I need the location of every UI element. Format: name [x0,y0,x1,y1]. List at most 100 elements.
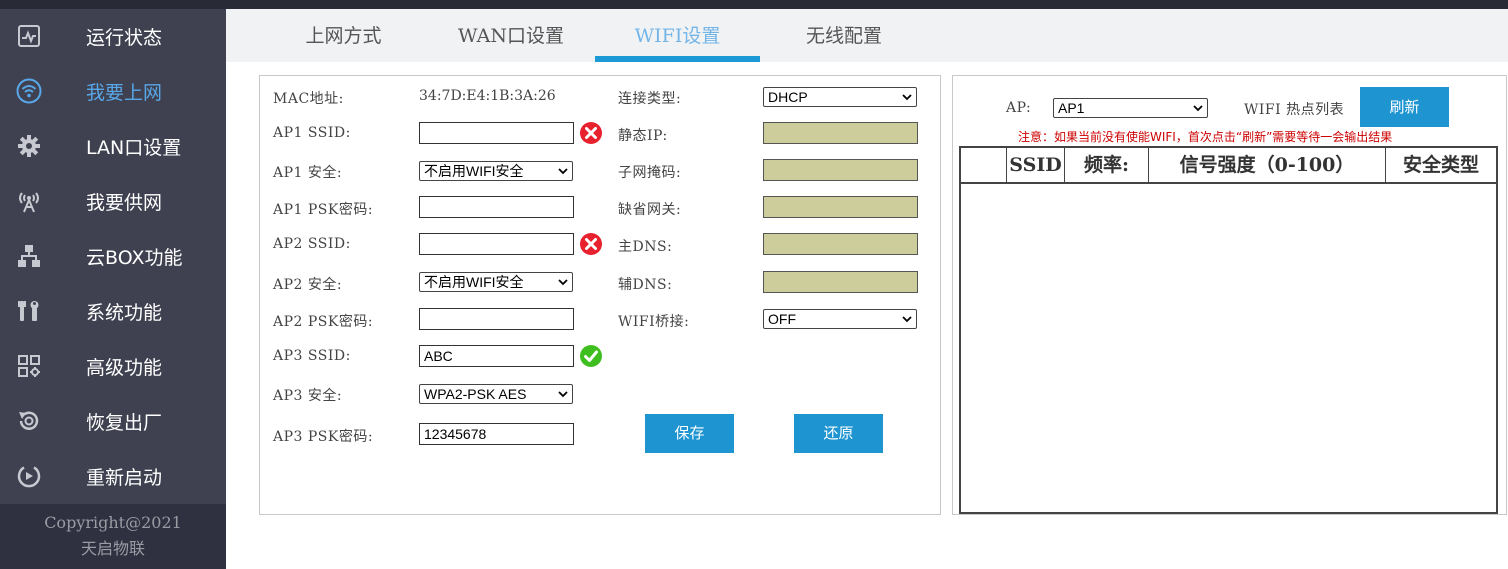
error-icon [579,121,603,145]
sidebar-item-system[interactable]: 系统功能 [0,284,226,339]
ap2-ssid-label: AP2 SSID: [273,236,351,252]
chevron-down-icon [902,94,912,101]
conn-type-value: DHCP [768,89,808,105]
wifi-settings-panel: MAC地址: 34:7D:E4:1B:3A:26 AP1 SSID: AP1 安… [259,75,941,515]
restore-icon [16,408,42,434]
ap1-psk-label: AP1 PSK密码: [273,202,374,218]
chevron-down-icon [1193,105,1203,112]
top-bar [0,0,1508,9]
static-ip-input [763,122,918,144]
chevron-down-icon [558,391,568,398]
tab-wifi-settings[interactable]: WIFI设置 [595,9,760,62]
restore-button[interactable]: 还原 [794,414,883,453]
sidebar: 运行状态 我要上网 LAN口设置 我要供网 云BOX功能 系统功能 高级功能 恢… [0,9,226,569]
sidebar-item-status[interactable]: 运行状态 [0,9,226,64]
ap3-psk-label: AP3 PSK密码: [273,429,374,445]
column-header-signal: 信号强度（0-100） [1149,148,1386,182]
sidebar-item-provide[interactable]: 我要供网 [0,174,226,229]
tab-bar: 上网方式 WAN口设置 WIFI设置 无线配置 [226,9,1508,62]
ap2-psk-label: AP2 PSK密码: [273,314,374,330]
copyright-text: Copyright@2021 [44,513,182,532]
gateway-input [763,196,918,218]
sidebar-item-label: 高级功能 [86,357,163,379]
ap1-security-select[interactable]: 不启用WIFI安全 [419,161,573,181]
sidebar-item-factory-reset[interactable]: 恢复出厂 [0,394,226,449]
sidebar-item-label: 系统功能 [86,302,163,324]
apps-icon [16,353,42,379]
column-header [961,148,1007,182]
ap-select[interactable]: AP1 [1053,98,1208,118]
ap3-ssid-input[interactable]: ABC [419,345,574,367]
ap3-security-value: WPA2-PSK AES [424,386,527,402]
conn-type-label: 连接类型: [618,91,682,107]
column-header-frequency: 频率: [1065,148,1149,182]
tools-icon [16,298,42,324]
chevron-down-icon [558,279,568,286]
error-icon [579,232,603,256]
primary-dns-input [763,233,918,255]
hotspot-table: SSID 频率: 信号强度（0-100） 安全类型 [959,146,1498,514]
tab-wireless-config[interactable]: 无线配置 [794,9,894,62]
tab-connection-mode[interactable]: 上网方式 [286,9,401,62]
wifi-scan-panel: AP: AP1 WIFI 热点列表 刷新 注意：如果当前没有使能WIFI，首次点… [952,75,1507,515]
wifi-icon [16,78,42,104]
copyright: Copyright@2021 天启物联 [0,504,226,569]
tab-wan-settings[interactable]: WAN口设置 [451,9,571,62]
hotspot-list-title: WIFI 热点列表 [1244,102,1345,118]
ap1-psk-input[interactable] [419,196,574,218]
sidebar-item-label: 恢复出厂 [86,412,163,434]
refresh-button[interactable]: 刷新 [1360,87,1449,127]
ap2-ssid-input[interactable] [419,233,574,255]
gear-icon [16,133,42,159]
ap2-psk-input[interactable] [419,308,574,330]
ap3-ssid-label: AP3 SSID: [273,348,351,364]
ap2-security-label: AP2 安全: [273,277,343,293]
conn-type-select[interactable]: DHCP [763,87,917,107]
table-header: SSID 频率: 信号强度（0-100） 安全类型 [961,148,1496,184]
sidebar-item-label: 云BOX功能 [86,247,183,269]
refresh-notice: 注意：如果当前没有使能WIFI，首次点击“刷新”需要等待一会输出结果 [1018,130,1393,144]
sidebar-item-label: 重新启动 [86,467,163,489]
static-ip-label: 静态IP: [618,128,668,144]
gateway-label: 缺省网关: [618,202,682,218]
sidebar-item-internet[interactable]: 我要上网 [0,64,226,119]
mac-label: MAC地址: [273,91,344,107]
ap1-ssid-label: AP1 SSID: [273,125,351,141]
ap-label: AP: [1006,100,1032,116]
ap2-security-select[interactable]: 不启用WIFI安全 [419,272,573,292]
ap-select-value: AP1 [1058,100,1085,116]
table-body [961,184,1496,512]
ap1-ssid-input[interactable] [419,122,574,144]
subnet-mask-input [763,159,918,181]
sidebar-item-cloud-box[interactable]: 云BOX功能 [0,229,226,284]
antenna-icon [16,188,42,214]
ap3-psk-input[interactable]: 12345678 [419,423,574,445]
monitor-icon [16,23,42,49]
ap3-security-select[interactable]: WPA2-PSK AES [419,384,573,404]
restart-icon [16,463,42,489]
wifi-bridge-value: OFF [768,311,796,327]
wifi-bridge-select[interactable]: OFF [763,309,917,329]
column-header-security: 安全类型 [1402,154,1479,176]
secondary-dns-input [763,271,918,293]
secondary-dns-label: 辅DNS: [618,277,673,293]
sidebar-item-label: 我要上网 [86,82,163,104]
sidebar-item-label: 运行状态 [86,27,163,49]
subnet-mask-label: 子网掩码: [618,165,682,181]
ap1-security-label: AP1 安全: [273,165,343,181]
check-icon [579,344,603,368]
chevron-down-icon [558,168,568,175]
ap2-security-value: 不启用WIFI安全 [424,274,524,290]
ap1-security-value: 不启用WIFI安全 [424,163,524,179]
ap3-security-label: AP3 安全: [273,388,343,404]
column-header-ssid: SSID [1007,148,1065,182]
sidebar-item-restart[interactable]: 重新启动 [0,449,226,504]
sidebar-item-lan[interactable]: LAN口设置 [0,119,226,174]
active-tab-indicator [595,56,760,62]
wifi-bridge-label: WIFI桥接: [618,314,690,330]
save-button[interactable]: 保存 [645,414,734,453]
sidebar-item-label: LAN口设置 [86,137,182,159]
sidebar-item-advanced[interactable]: 高级功能 [0,339,226,394]
network-icon [16,243,42,269]
mac-value: 34:7D:E4:1B:3A:26 [419,88,556,104]
